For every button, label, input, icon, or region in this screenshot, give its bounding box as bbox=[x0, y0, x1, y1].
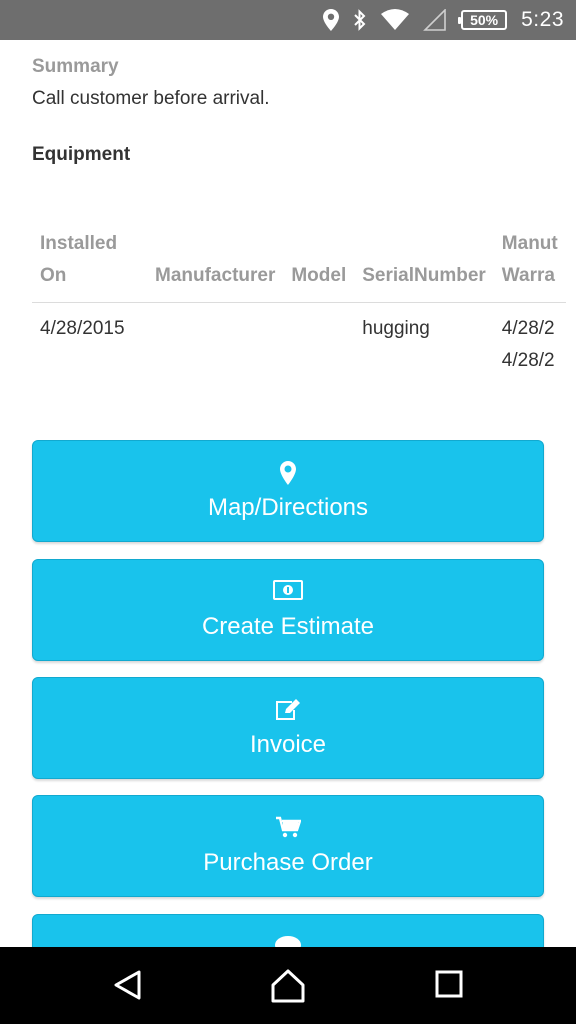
equipment-table[interactable]: Installed On Manufacturer Model SerialNu… bbox=[32, 220, 576, 387]
map-directions-label: Map/Directions bbox=[207, 494, 369, 521]
summary-text: Call customer before arrival. bbox=[32, 88, 270, 109]
signal-icon bbox=[423, 9, 447, 31]
purchase-order-label: Purchase Order bbox=[203, 849, 373, 876]
work-order-detail[interactable]: Summary Call customer before arrival. Eq… bbox=[0, 40, 576, 947]
cell-serial-number: hugging bbox=[362, 318, 430, 339]
summary-label: Summary bbox=[32, 56, 119, 77]
bluetooth-icon bbox=[353, 9, 367, 31]
column-header-warranty: Manut Warra bbox=[493, 220, 566, 303]
battery-percent: 50% bbox=[470, 12, 499, 28]
invoice-label: Invoice bbox=[249, 731, 327, 758]
equipment-label: Equipment bbox=[32, 144, 131, 165]
cell-installed-on: 4/28/2015 bbox=[40, 318, 125, 339]
table-row: 4/28/2015 hugging 4/28/2 4/28/2 bbox=[32, 303, 566, 388]
cell-manufacturer bbox=[147, 303, 283, 388]
status-time: 5:23 bbox=[521, 8, 564, 31]
wifi-icon bbox=[381, 9, 410, 31]
navigation-bar bbox=[0, 947, 576, 1024]
purchase-order-button[interactable]: Purchase Order bbox=[32, 795, 544, 897]
edit-icon bbox=[33, 698, 543, 722]
recents-icon[interactable] bbox=[434, 969, 464, 1004]
invoice-button[interactable]: Invoice bbox=[32, 677, 544, 779]
comment-button[interactable] bbox=[32, 914, 544, 947]
map-directions-button[interactable]: Map/Directions bbox=[32, 440, 544, 542]
back-icon[interactable] bbox=[112, 969, 144, 1006]
status-bar: 50% 5:23 bbox=[0, 0, 576, 40]
cell-warranty: 4/28/2 4/28/2 bbox=[501, 318, 555, 371]
create-estimate-label: Create Estimate bbox=[201, 613, 375, 640]
column-header-model: Model bbox=[283, 220, 355, 303]
map-marker-icon bbox=[33, 461, 543, 485]
money-icon bbox=[33, 580, 543, 600]
column-header-serial-number: SerialNumber bbox=[354, 220, 494, 303]
battery-icon: 50% bbox=[458, 10, 508, 30]
create-estimate-button[interactable]: Create Estimate bbox=[32, 559, 544, 661]
shopping-cart-icon bbox=[33, 816, 543, 838]
home-icon[interactable] bbox=[270, 969, 306, 1008]
cell-model bbox=[283, 303, 354, 388]
table-header-row: Installed On Manufacturer Model SerialNu… bbox=[32, 220, 566, 303]
comment-icon bbox=[33, 935, 543, 947]
column-header-manufacturer: Manufacturer bbox=[147, 220, 284, 303]
location-icon bbox=[323, 9, 340, 31]
column-header-installed-on: Installed On bbox=[32, 220, 147, 303]
